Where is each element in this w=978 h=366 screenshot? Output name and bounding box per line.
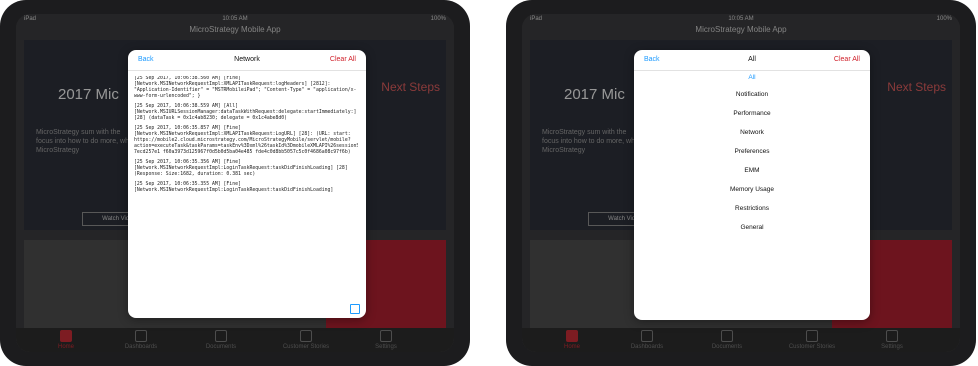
ipad-frame-left: iPad 10:05 AM 100% MicroStrategy Mobile … [0,0,470,366]
category-list: All Notification Performance Network Pre… [634,71,870,237]
log-entry: [25 Sep 2017, 10:06:38.559 AM] [All] [Ne… [134,104,357,121]
popover-header: Back All Clear All [634,50,870,71]
category-option-notification[interactable]: Notification [634,85,870,104]
category-popover: Back All Clear All All Notification Perf… [634,50,870,320]
log-entry: [25 Sep 2017, 10:06:38.560 AM] [Fine] [N… [134,76,357,99]
screen-right: iPad 10:05 AM 100% MicroStrategy Mobile … [522,14,960,352]
ipad-frame-right: iPad 10:05 AM 100% MicroStrategy Mobile … [506,0,976,366]
screen-left: iPad 10:05 AM 100% MicroStrategy Mobile … [16,14,454,352]
log-entry: [25 Sep 2017, 10:06:35.857 AM] [Fine] [N… [134,126,358,155]
category-option-general[interactable]: General [634,218,870,237]
log-popover: Back Network Clear All [25 Sep 2017, 10:… [128,50,366,318]
category-option-emm[interactable]: EMM [634,161,870,180]
log-list[interactable]: [25 Sep 2017, 10:06:38.560 AM] [Fine] [N… [134,76,358,302]
category-option-restrictions[interactable]: Restrictions [634,199,870,218]
log-entry: [25 Sep 2017, 10:06:35.356 AM] [Fine] [N… [134,160,348,177]
category-option-network[interactable]: Network [634,123,870,142]
log-entry: [25 Sep 2017, 10:06:35.355 AM] [Fine] [N… [134,182,334,193]
category-option-all[interactable]: All [634,71,870,85]
category-option-performance[interactable]: Performance [634,104,870,123]
category-option-preferences[interactable]: Preferences [634,142,870,161]
popover-header: Back Network Clear All [128,50,366,71]
category-option-memory-usage[interactable]: Memory Usage [634,180,870,199]
clear-all-button[interactable]: Clear All [834,56,860,63]
share-icon[interactable] [350,304,360,314]
clear-all-button[interactable]: Clear All [330,56,356,63]
